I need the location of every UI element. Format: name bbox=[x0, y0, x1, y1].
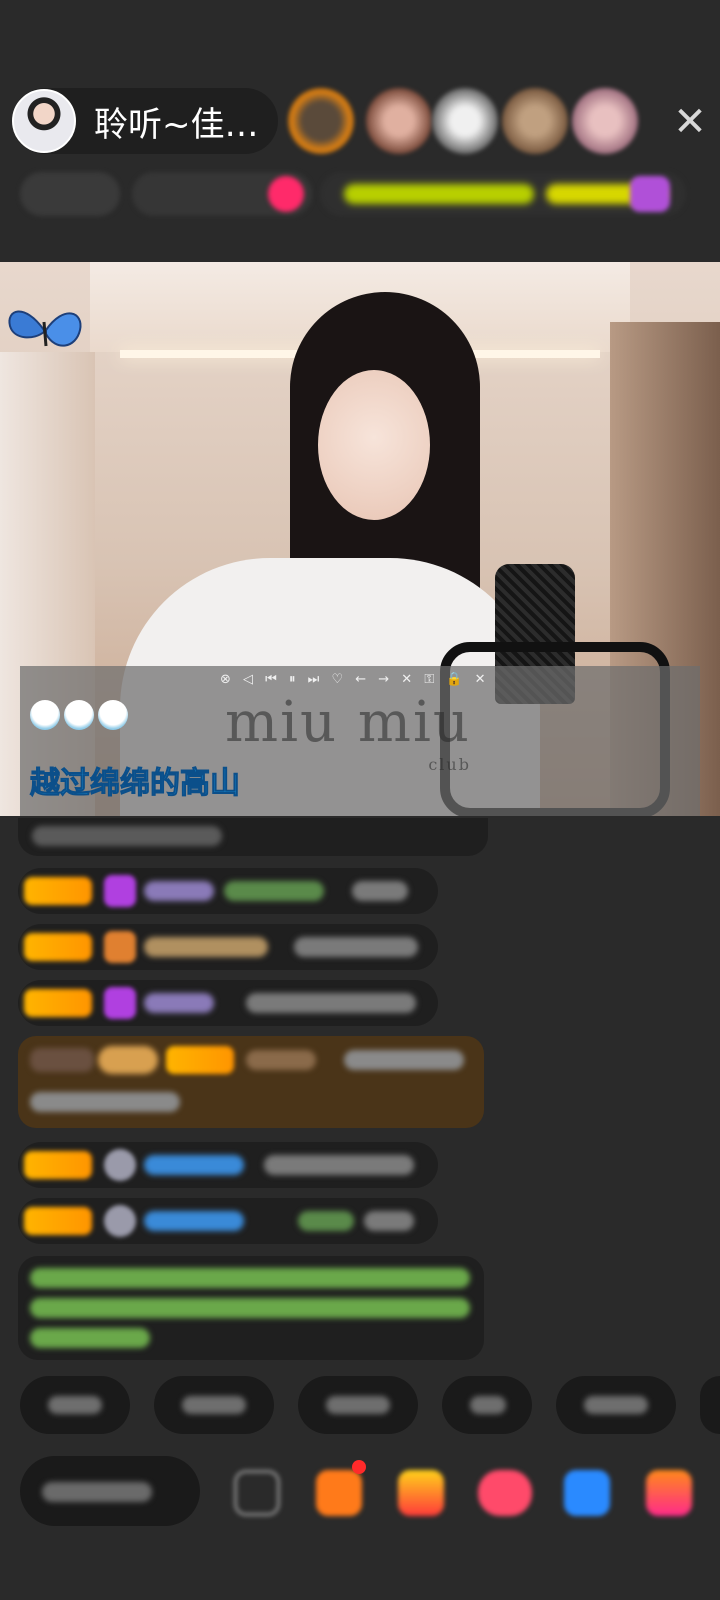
quick-reply-chip[interactable] bbox=[20, 1376, 130, 1434]
more-icon[interactable] bbox=[646, 1470, 692, 1516]
chat-message[interactable] bbox=[18, 868, 438, 914]
gift-icon[interactable] bbox=[478, 1470, 532, 1516]
gift-box-icon[interactable] bbox=[630, 176, 670, 212]
red-packet-icon[interactable] bbox=[398, 1470, 444, 1516]
gift-message[interactable] bbox=[18, 1036, 484, 1128]
viewer-avatar[interactable] bbox=[366, 88, 432, 154]
quick-reply-chip[interactable] bbox=[442, 1376, 532, 1434]
quick-reply-chip[interactable] bbox=[700, 1376, 720, 1434]
shirt-logo: miu miu club bbox=[225, 690, 471, 774]
notification-dot bbox=[352, 1460, 366, 1474]
chat-message[interactable] bbox=[18, 924, 438, 970]
quick-reply-chip[interactable] bbox=[298, 1376, 418, 1434]
quick-reply-chip[interactable] bbox=[154, 1376, 274, 1434]
close-icon[interactable]: ✕ bbox=[668, 100, 712, 144]
host-profile-pill[interactable]: 聆听~佳… bbox=[12, 88, 278, 154]
room-info-row bbox=[20, 172, 700, 216]
viewer-avatar[interactable] bbox=[432, 88, 498, 154]
shop-icon[interactable] bbox=[316, 1470, 362, 1516]
lyric-line: 越过绵绵的高山 bbox=[30, 766, 241, 802]
butterfly-icon bbox=[8, 310, 82, 347]
viewer-avatar[interactable] bbox=[572, 88, 638, 154]
music-player-controls[interactable]: ⊗ ◁ ⏮ ⏸ ⏭ ♡ ← → ✕ ⚿ 🔒 ✕ bbox=[220, 672, 490, 687]
chat-message[interactable] bbox=[18, 1142, 438, 1188]
level-chip[interactable] bbox=[20, 172, 120, 216]
chat-message[interactable] bbox=[18, 818, 488, 856]
quick-reply-chip[interactable] bbox=[556, 1376, 676, 1434]
lyric-countdown-dots bbox=[30, 700, 128, 730]
viewer-avatar[interactable] bbox=[502, 88, 568, 154]
follow-icon[interactable] bbox=[268, 176, 304, 212]
emoji-icon[interactable] bbox=[234, 1470, 280, 1516]
viewer-avatar[interactable] bbox=[288, 88, 354, 154]
game-icon[interactable] bbox=[564, 1470, 610, 1516]
live-stream-video[interactable]: miu miu club ⊗ ◁ ⏮ ⏸ ⏭ ♡ ← → ✕ ⚿ 🔒 ✕ 越过绵… bbox=[0, 262, 720, 816]
chat-message[interactable] bbox=[18, 1198, 438, 1244]
host-name: 聆听~佳… bbox=[94, 104, 259, 145]
system-notice bbox=[18, 1256, 484, 1360]
lyric-overlay: miu miu club ⊗ ◁ ⏮ ⏸ ⏭ ♡ ← → ✕ ⚿ 🔒 ✕ 越过绵… bbox=[20, 666, 700, 816]
comment-input[interactable] bbox=[20, 1456, 200, 1526]
host-avatar[interactable] bbox=[12, 89, 76, 153]
chat-message[interactable] bbox=[18, 980, 438, 1026]
